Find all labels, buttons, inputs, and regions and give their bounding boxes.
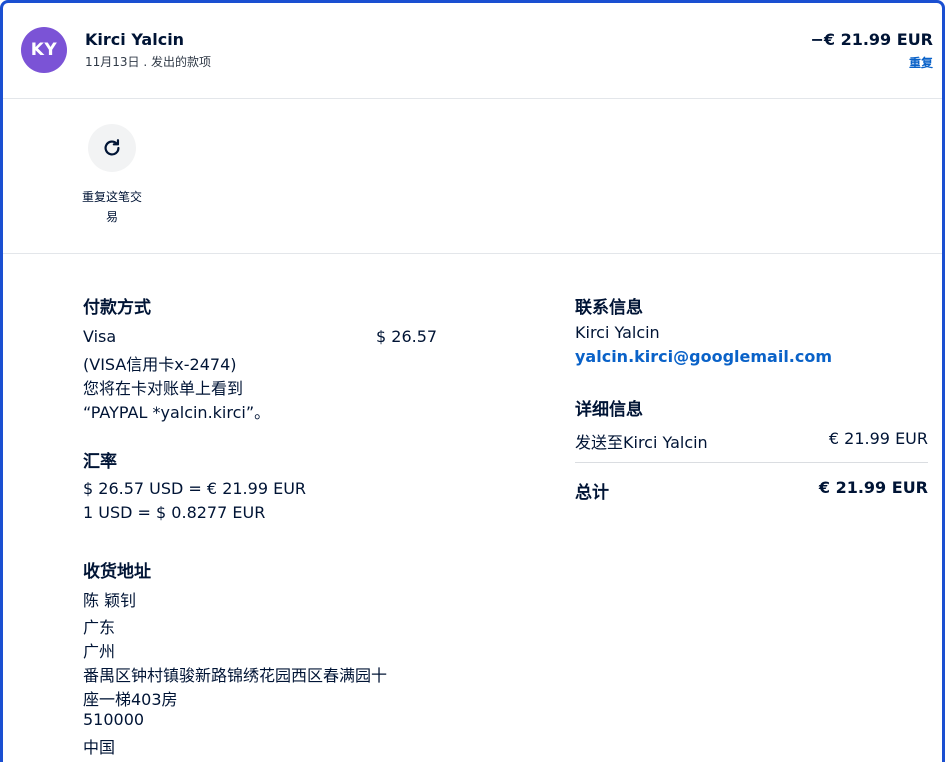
card-name: Visa xyxy=(83,327,117,346)
contact-email-link[interactable]: yalcin.kirci@googlemail.com xyxy=(575,347,832,366)
address-city: 广州 xyxy=(83,642,116,661)
address-street: 番禺区钟村镇骏新路锦绣花园西区春满园十 xyxy=(83,666,388,685)
payment-method-title: 付款方式 xyxy=(83,298,151,318)
repeat-transaction-label[interactable]: 重复这笔交易 xyxy=(79,187,145,227)
shipping-address-title: 收货地址 xyxy=(83,562,151,582)
address-province: 广东 xyxy=(83,618,116,637)
recipient-name: 陈 颖钊 xyxy=(83,591,137,610)
avatar: KY xyxy=(21,27,67,73)
transaction-subtitle: 11月13日 . 发出的款项 xyxy=(85,55,211,69)
total-amount: € 21.99 EUR xyxy=(818,478,928,497)
statement-note: 您将在卡对账单上看到 xyxy=(83,379,244,398)
sent-to-label: 发送至Kirci Yalcin xyxy=(575,433,708,452)
actions-bar: 重复这笔交易 xyxy=(3,99,942,254)
refresh-icon xyxy=(104,139,120,156)
sent-to-amount: € 21.99 EUR xyxy=(828,429,928,448)
total-label: 总计 xyxy=(575,483,609,503)
address-street-2: 座一梯403房 xyxy=(83,690,178,709)
repeat-link[interactable]: 重复 xyxy=(909,54,933,71)
counterparty-name: Kirci Yalcin xyxy=(85,30,185,49)
transaction-header: KY Kirci Yalcin 11月13日 . 发出的款项 −€ 21.99 … xyxy=(3,3,942,99)
exchange-rate-title: 汇率 xyxy=(83,452,117,472)
contact-name: Kirci Yalcin xyxy=(575,323,660,342)
address-country: 中国 xyxy=(83,738,116,757)
repeat-transaction-button[interactable] xyxy=(88,124,136,172)
transaction-amount: −€ 21.99 EUR xyxy=(810,30,933,49)
contact-info-title: 联系信息 xyxy=(575,298,643,318)
exchange-rate-line: 1 USD = $ 0.8277 EUR xyxy=(83,503,266,522)
payment-amount: $ 26.57 xyxy=(376,327,438,346)
card-detail: (VISA信用卡x-2474) xyxy=(83,355,237,374)
details-title: 详细信息 xyxy=(575,400,643,420)
details-divider xyxy=(575,462,928,463)
statement-descriptor: “PAYPAL *yalcin.kirci”。 xyxy=(83,403,271,422)
postal-code: 510000 xyxy=(83,710,145,729)
exchange-line: $ 26.57 USD = € 21.99 EUR xyxy=(83,479,307,498)
